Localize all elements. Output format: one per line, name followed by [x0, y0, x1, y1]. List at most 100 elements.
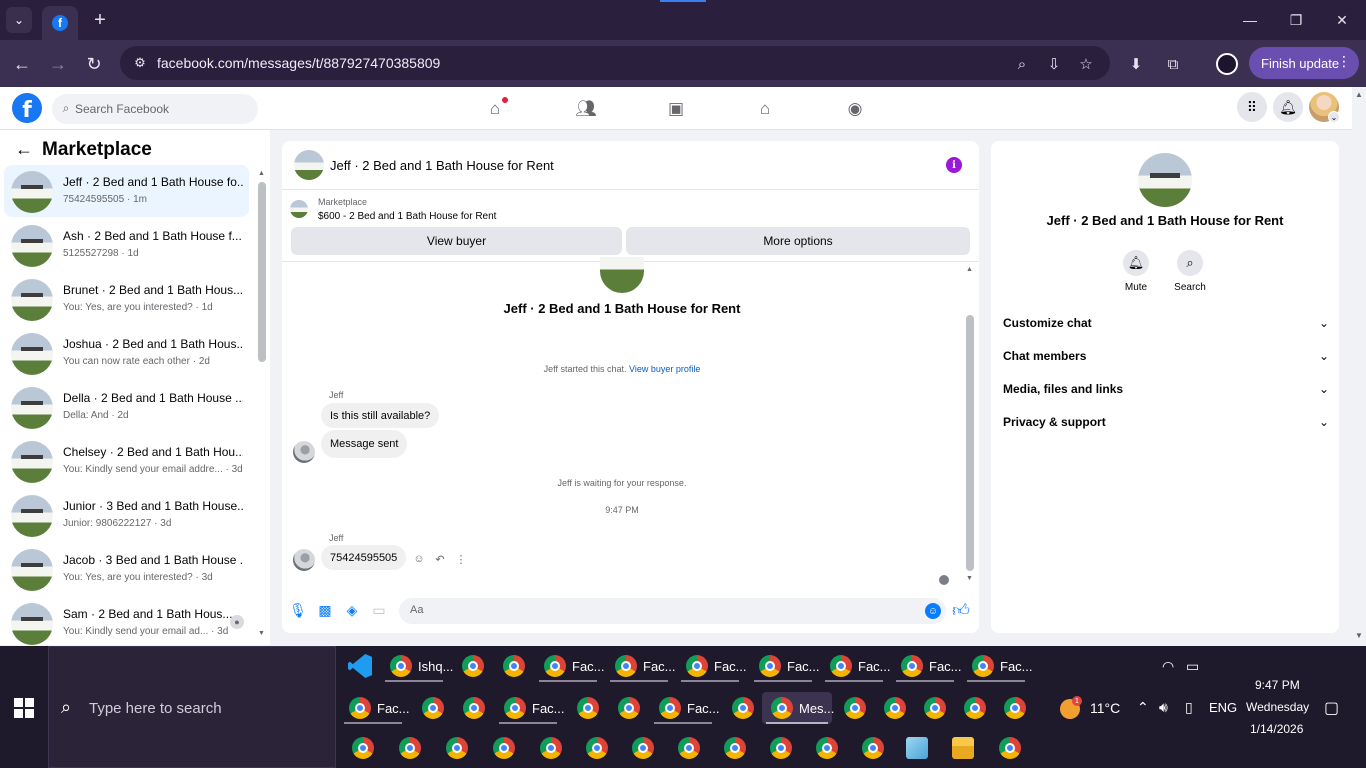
volume-icon[interactable]: 🔊︎	[1159, 699, 1168, 716]
like-thumb-icon[interactable]: 👍︎	[952, 601, 970, 620]
conversation-item[interactable]: Jacob · 3 Bed and 1 Bath House ... You: …	[4, 543, 249, 595]
chevron-up-icon[interactable]: ⌃	[1137, 699, 1149, 716]
scrollbar-thumb[interactable]	[258, 182, 266, 362]
install-app-icon[interactable]: ⇩	[1043, 53, 1065, 75]
reload-button[interactable]: ↻	[81, 51, 107, 77]
taskbar-chrome-window[interactable]: Fac...	[963, 650, 1033, 682]
taskbar-chrome-window[interactable]	[955, 692, 995, 724]
chat-members-section[interactable]: Chat members ⌄	[1003, 341, 1329, 371]
zoom-icon[interactable]: ⌕	[1011, 53, 1033, 75]
network-icon[interactable]: ◠	[1162, 658, 1174, 675]
clock-day[interactable]: Wednesday	[1246, 700, 1309, 714]
conversation-item[interactable]: Chelsey · 2 Bed and 1 Bath Hou... You: K…	[4, 435, 249, 487]
conversation-item[interactable]: Della · 2 Bed and 1 Bath House ... Della…	[4, 381, 249, 433]
taskbar-chrome-window[interactable]: Ishq...	[381, 650, 453, 682]
photo-icon[interactable]: ▩	[316, 601, 334, 619]
taskbar-file-explorer[interactable]	[943, 732, 983, 764]
taskbar-chrome-window[interactable]	[715, 732, 755, 764]
forward-button[interactable]: →	[45, 51, 71, 77]
conversation-item[interactable]: Brunet · 2 Bed and 1 Bath Hous... You: Y…	[4, 273, 249, 325]
gif-icon[interactable]: ▭	[370, 601, 388, 619]
taskbar-chrome-window[interactable]	[875, 692, 915, 724]
privacy-support-section[interactable]: Privacy & support ⌄	[1003, 407, 1329, 437]
video-icon[interactable]: ▣	[665, 98, 687, 120]
taskbar-messenger-window[interactable]: Mes...	[762, 692, 834, 724]
page-scrollbar[interactable]: ▲ ▼	[1352, 87, 1366, 645]
back-arrow-icon[interactable]: ←	[14, 139, 34, 159]
react-emoji-icon[interactable]: ☺	[412, 552, 426, 566]
taskbar-chrome-window[interactable]: Fac...	[606, 650, 676, 682]
scroll-down-arrow-icon[interactable]: ▼	[1355, 631, 1363, 640]
taskbar-chrome-window[interactable]	[494, 650, 534, 682]
address-bar[interactable]: ⚙ facebook.com/messages/t/88792747038580…	[120, 46, 1110, 80]
view-buyer-profile-link[interactable]: View buyer profile	[629, 364, 700, 374]
listing-title[interactable]: $600 - 2 Bed and 1 Bath House for Rent	[318, 211, 496, 222]
taskbar-chrome-window[interactable]: Fac...	[750, 650, 820, 682]
conversation-item[interactable]: Sam · 2 Bed and 1 Bath Hous... You: Kind…	[4, 597, 249, 649]
taskbar-chrome-window[interactable]: Fac...	[495, 692, 565, 724]
language-indicator[interactable]: ENG	[1209, 700, 1237, 715]
marketplace-icon[interactable]: ⌂	[754, 98, 776, 120]
back-button[interactable]: ←	[9, 51, 35, 77]
taskbar-chrome-window[interactable]	[577, 732, 617, 764]
taskbar-chrome-window[interactable]	[413, 692, 453, 724]
taskbar-chrome-window[interactable]	[807, 732, 847, 764]
taskbar-chrome-window[interactable]	[343, 732, 383, 764]
notification-center-icon[interactable]: ▢	[1324, 698, 1339, 718]
taskbar-chrome-window[interactable]	[990, 732, 1030, 764]
finish-update-button[interactable]: Finish update ⋮	[1249, 47, 1359, 79]
taskbar-notepad[interactable]	[897, 732, 937, 764]
menu-grid-icon[interactable]: ⠿	[1237, 92, 1267, 122]
taskbar-chrome-window[interactable]	[568, 692, 608, 724]
taskbar-chrome-window[interactable]	[484, 732, 524, 764]
notifications-bell-icon[interactable]: 🔔︎	[1273, 92, 1303, 122]
clock-time[interactable]: 9:47 PM	[1255, 678, 1300, 692]
taskbar-chrome-window[interactable]	[609, 692, 649, 724]
taskbar-vscode[interactable]	[340, 650, 380, 682]
restore-window-button[interactable]: ❐	[1284, 8, 1308, 32]
scroll-down-arrow-icon[interactable]: ▼	[258, 630, 265, 637]
profile-icon[interactable]	[1216, 53, 1238, 75]
windows-start-button[interactable]	[14, 698, 34, 718]
battery-status-icon[interactable]: ▯	[1185, 699, 1193, 716]
view-buyer-button[interactable]: View buyer	[291, 227, 622, 255]
conversation-list-scrollbar[interactable]: ▲ ▼	[258, 170, 266, 638]
taskbar-chrome-window[interactable]: Fac...	[892, 650, 962, 682]
taskbar-chrome-window[interactable]	[995, 692, 1035, 724]
groups-icon[interactable]: ◉	[844, 98, 866, 120]
taskbar-chrome-window[interactable]	[454, 692, 494, 724]
facebook-logo[interactable]: f	[12, 93, 42, 123]
taskbar-chrome-window[interactable]: Fac...	[535, 650, 605, 682]
taskbar-chrome-window[interactable]	[623, 732, 663, 764]
taskbar-chrome-window[interactable]	[390, 732, 430, 764]
message-bubble[interactable]: Is this still available?	[321, 403, 440, 428]
browser-menu-icon[interactable]: ⋮	[1337, 53, 1351, 70]
bookmark-star-icon[interactable]: ☆	[1075, 53, 1097, 75]
taskbar-chrome-window[interactable]	[669, 732, 709, 764]
taskbar-chrome-window[interactable]	[761, 732, 801, 764]
scrollbar-thumb[interactable]	[966, 315, 974, 571]
temperature-text[interactable]: 11°C	[1090, 700, 1120, 716]
chat-profile-image[interactable]	[1138, 153, 1192, 207]
taskbar-chrome-window[interactable]: Fac...	[821, 650, 891, 682]
taskbar-chrome-window[interactable]	[437, 732, 477, 764]
new-tab-button[interactable]: +	[88, 8, 112, 32]
taskbar-chrome-window[interactable]: Fac...	[650, 692, 720, 724]
taskbar-chrome-window[interactable]	[531, 732, 571, 764]
close-window-button[interactable]: ✕	[1330, 8, 1354, 32]
chat-avatar[interactable]	[294, 150, 324, 180]
conversation-item[interactable]: Ash · 2 Bed and 1 Bath House f... 512552…	[4, 219, 249, 271]
taskbar-chrome-window[interactable]	[853, 732, 893, 764]
customize-chat-section[interactable]: Customize chat ⌄	[1003, 308, 1329, 338]
facebook-search-input[interactable]: ⌕ Search Facebook	[52, 94, 258, 124]
clock-date[interactable]: 1/14/2026	[1250, 722, 1303, 736]
search-in-chat-button[interactable]: ⌕ Search	[1165, 250, 1215, 293]
tab-search-dropdown[interactable]: ⌄	[6, 7, 32, 33]
taskbar-chrome-window[interactable]: Fac...	[340, 692, 410, 724]
reply-icon[interactable]: ↶	[433, 552, 447, 566]
friends-icon[interactable]: 👥︎	[575, 98, 597, 120]
sticker-icon[interactable]: ◈	[343, 601, 361, 619]
more-options-button[interactable]: More options	[626, 227, 970, 255]
taskbar-chrome-window[interactable]	[835, 692, 875, 724]
sender-avatar[interactable]	[293, 441, 315, 463]
